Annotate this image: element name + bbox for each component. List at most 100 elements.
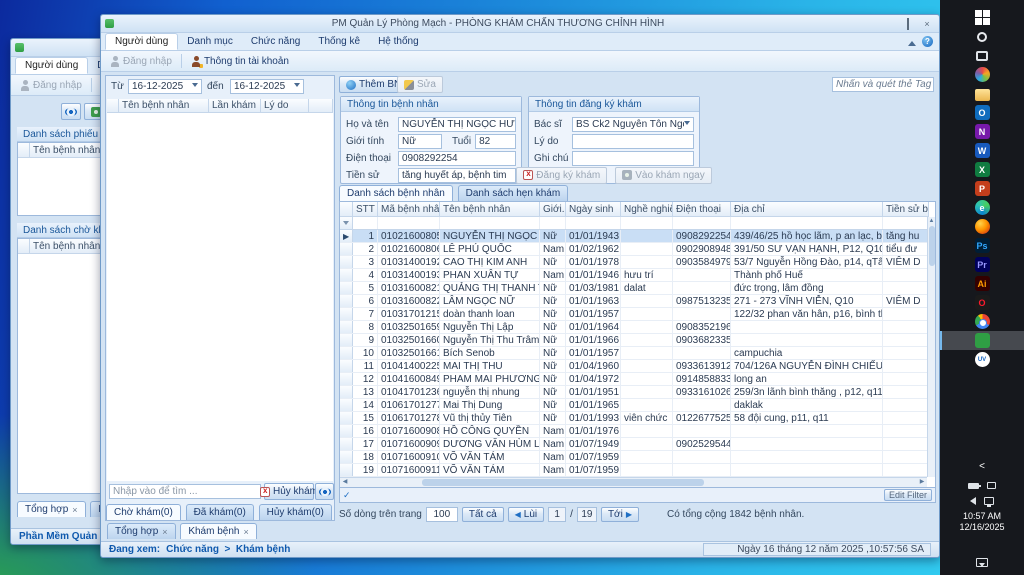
login-button[interactable]: Đăng nhập — [15, 76, 87, 94]
grid-row[interactable]: 9 01032501660 Nguyễn Thị Thu Trâm Nữ 01/01/1… — [340, 334, 929, 347]
premiere-icon[interactable]: Pr — [940, 255, 1024, 274]
show-all-button[interactable]: Tất cả — [461, 506, 504, 522]
vao-kham-ngay-button[interactable]: Vào khám ngay — [615, 166, 712, 184]
task-view-icon[interactable] — [940, 46, 1024, 65]
hidden-icons-chevron[interactable]: < — [940, 461, 1024, 472]
view-button[interactable] — [61, 103, 81, 120]
waiting-grid-body[interactable] — [107, 113, 333, 481]
help-icon[interactable]: ? — [922, 36, 933, 47]
filter-row-icon[interactable] — [340, 217, 353, 229]
age-field[interactable]: 82 — [475, 133, 516, 149]
volume-icon[interactable] — [970, 497, 976, 505]
restore-button[interactable] — [900, 18, 916, 30]
name-field[interactable]: NGUYỄN THỊ NGỌC HƯƠNG — [398, 116, 516, 132]
huy-kham-button[interactable]: Hủy khám — [260, 483, 318, 500]
menu-tab-thong-ke[interactable]: Thống kê — [309, 33, 369, 50]
remote-app-icon[interactable]: UV — [940, 350, 1024, 369]
onenote-icon[interactable]: N — [940, 122, 1024, 141]
grid-column-header[interactable]: Địa chỉ — [731, 202, 883, 217]
photoshop-icon[interactable]: Ps — [940, 236, 1024, 255]
from-date-picker[interactable]: 16-12-2025 — [128, 79, 202, 94]
gender-field[interactable]: Nữ — [398, 133, 442, 149]
opera-icon[interactable]: O — [940, 293, 1024, 312]
filter-check-icon[interactable]: ✓ — [343, 490, 351, 501]
grid-row[interactable]: 2 01021600806 LÊ PHÚ QUỐC Nam 01/02/1962 0902… — [340, 243, 929, 256]
scroll-right-icon[interactable]: ▶ — [917, 478, 927, 487]
tab-tong-hop[interactable]: Tổng hợp × — [107, 523, 176, 539]
menu-tab-he-thong[interactable]: Hệ thống — [369, 33, 428, 50]
grid-column-header[interactable]: Mã bệnh nhân — [378, 202, 440, 217]
tab-tong-hop[interactable]: Tổng hợp × — [17, 501, 86, 517]
excel-icon[interactable]: X — [940, 160, 1024, 179]
grid-row[interactable]: 15 01061701278 Vũ thị thủy Tiên Nữ 01/01/199… — [340, 412, 929, 425]
grid-column-header[interactable]: Ngày sinh — [566, 202, 621, 217]
filter-cell[interactable] — [673, 217, 731, 229]
battery-icon[interactable] — [968, 482, 981, 489]
network-icon[interactable] — [984, 497, 994, 507]
grid-row[interactable]: 18 01071600910 VÕ VĂN TÁM Nam 01/07/1959 — [340, 451, 929, 464]
scan-tag-input[interactable]: Nhấn và quét thẻ Tag — [832, 77, 934, 92]
grid-row[interactable]: 14 01061701277 Mai Thị Dung Nữ 01/01/1965 dak… — [340, 399, 929, 412]
grid-column-header[interactable]: Giới... — [540, 202, 566, 217]
page-size-input[interactable]: 100 — [425, 506, 458, 522]
taskbar-clock[interactable]: 10:57 AM 12/16/2025 — [940, 511, 1024, 533]
dang-ky-kham-button[interactable]: Đăng ký khám — [516, 166, 608, 184]
file-explorer-icon[interactable] — [940, 84, 1024, 103]
vertical-scrollbar[interactable]: ▲ — [927, 217, 935, 477]
current-page-box[interactable]: 1 — [548, 506, 567, 522]
tab-danh-sach-hen-kham[interactable]: Danh sách hẹn khám — [457, 185, 569, 201]
filter-cell[interactable] — [883, 217, 929, 229]
grid-row[interactable]: 16 01071600908 HỒ CÔNG QUYỀN Nam 01/01/1976 — [340, 425, 929, 438]
patient-grid[interactable]: STTMã bệnh nhânTên bệnh nhânGiới...Ngày … — [339, 201, 936, 488]
scrollbar-thumb[interactable] — [422, 479, 704, 486]
grid-column-header[interactable]: STT — [353, 202, 378, 217]
pm-app-icon[interactable] — [940, 331, 1024, 350]
grid-row[interactable]: 7 01031701215 doàn thanh loan Nữ 01/01/1957 1… — [340, 308, 929, 321]
grid-row[interactable]: 10 01032501661 Bích Senob Nữ 01/01/1957 campu… — [340, 347, 929, 360]
grid-row[interactable]: 1201041600849PHAM MAI PHƯƠNG THỦYNữ01/04… — [340, 373, 929, 386]
tab-da-kham[interactable]: Đã khám(0) — [185, 504, 254, 520]
grid-row[interactable]: 19 01071600911 VÕ VĂN TÁM Nam 01/07/1959 — [340, 464, 929, 477]
tab-nguoi-dung[interactable]: Người dùng — [15, 57, 89, 74]
reason-field[interactable] — [572, 133, 694, 149]
grid-row[interactable]: 501031600821QUẢNG THỊ THANH THỦYNữ01/03/… — [340, 282, 929, 295]
scrollbar-thumb[interactable] — [929, 226, 935, 266]
doctor-select[interactable]: BS Ck2 Nguyễn Tôn Ngọc Huỳnh — [572, 116, 694, 132]
titlebar[interactable]: PM Quản Lý Phòng Mạch - PHÒNG KHÁM CHẤN … — [101, 15, 939, 33]
illustrator-icon[interactable]: Ai — [940, 274, 1024, 293]
tab-huy-kham[interactable]: Hủy khám(0) — [258, 504, 332, 520]
sua-button[interactable]: Sửa — [397, 76, 443, 93]
horizontal-scrollbar[interactable]: ◀ ▶ — [340, 477, 927, 487]
login-button[interactable]: Đăng nhập — [105, 52, 177, 70]
filter-cell[interactable] — [440, 217, 540, 229]
history-field[interactable]: tăng huyết áp, bệnh tim — [398, 167, 516, 183]
collapse-ribbon-icon[interactable] — [908, 37, 916, 46]
view-options-button[interactable] — [315, 483, 334, 500]
grid-row[interactable]: 11 01041400225 MAI THỊ THU Nữ 01/04/1960 0933… — [340, 360, 929, 373]
waiting-grid-column-header[interactable]: Lần khám — [209, 99, 261, 113]
waiting-grid-column-header[interactable] — [309, 99, 333, 113]
note-field[interactable] — [572, 150, 694, 166]
filter-cell[interactable] — [621, 217, 673, 229]
menu-tab-chuc-nang[interactable]: Chức năng — [242, 33, 310, 50]
filter-cell[interactable] — [378, 217, 440, 229]
firefox-icon[interactable] — [940, 217, 1024, 236]
tab-cho-kham[interactable]: Chờ khám(0) — [106, 504, 181, 520]
grid-column-header[interactable]: Nghề nghiệp — [621, 202, 673, 217]
grid-row[interactable]: 3 01031400192 CAO THỊ KIM ANH Nữ 01/01/1978 0… — [340, 256, 929, 269]
close-tab-icon[interactable]: × — [243, 527, 248, 537]
account-info-button[interactable]: Thông tin tài khoản — [186, 52, 294, 70]
word-icon[interactable]: W — [940, 141, 1024, 160]
filter-cell[interactable] — [566, 217, 621, 229]
start-icon[interactable] — [940, 8, 1024, 27]
filter-cell[interactable] — [731, 217, 883, 229]
photos-icon[interactable] — [940, 65, 1024, 84]
grid-row[interactable]: 1701071600909DƯƠNG VĂN HÙM LỚNNam01/07/1… — [340, 438, 929, 451]
filter-cell[interactable] — [540, 217, 566, 229]
scroll-up-icon[interactable]: ▲ — [928, 217, 935, 225]
filter-cell[interactable] — [353, 217, 378, 229]
grid-column-header[interactable]: Điện thoại — [673, 202, 731, 217]
search-input[interactable]: Nhập vào để tìm ... — [109, 484, 261, 499]
edge-icon[interactable]: e — [940, 198, 1024, 217]
menu-tab-danh-muc[interactable]: Danh mục — [178, 33, 242, 50]
